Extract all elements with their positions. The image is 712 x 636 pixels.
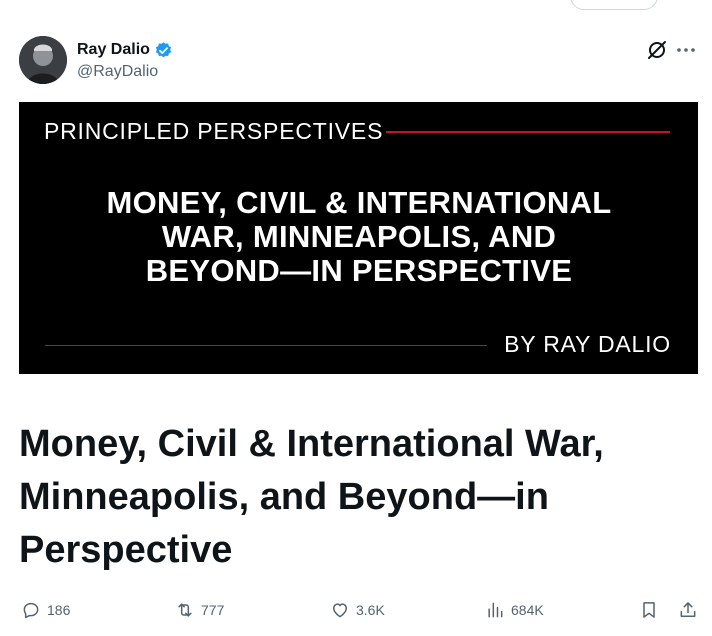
user-name-row: Ray Dalio [77, 40, 173, 60]
post-view: Ray Dalio @RayDalio PRINCIPLED PERSPECTI… [0, 0, 712, 636]
share-icon [680, 602, 696, 617]
top-button[interactable] [570, 0, 658, 10]
avatar[interactable] [19, 36, 67, 84]
article-cover-image[interactable]: PRINCIPLED PERSPECTIVES MONEY, CIVIL & I… [19, 102, 698, 374]
bookmark-icon [643, 602, 655, 618]
like-button[interactable]: 3.6K [330, 598, 385, 622]
post-actions: 186 777 3.6K 684K [19, 598, 699, 622]
user-handle[interactable]: @RayDalio [77, 63, 158, 81]
banner-byline: BY RAY DALIO [504, 331, 671, 357]
heart-icon [333, 603, 347, 618]
banner-title: MONEY, CIVIL & INTERNATIONAL WAR, MINNEA… [59, 186, 659, 288]
analytics-icon [488, 602, 503, 618]
banner-title-line: BEYOND—IN PERSPECTIVE [145, 253, 573, 288]
share-button[interactable] [678, 598, 698, 622]
bookmark-button[interactable] [639, 598, 659, 622]
grok-icon[interactable] [646, 39, 668, 61]
repost-icon [178, 603, 192, 617]
article-title[interactable]: Money, Civil & International War, Minnea… [19, 418, 699, 577]
user-name[interactable]: Ray Dalio [77, 41, 150, 59]
reply-button[interactable]: 186 [21, 598, 70, 622]
post-header: Ray Dalio @RayDalio [19, 36, 699, 86]
like-count: 3.6K [356, 602, 385, 618]
banner-rule-top [386, 131, 670, 133]
banner-title-line: MONEY, CIVIL & INTERNATIONAL [106, 185, 612, 220]
more-icon[interactable] [675, 39, 697, 61]
banner-kicker: PRINCIPLED PERSPECTIVES [44, 118, 384, 144]
reply-icon [23, 602, 39, 619]
verified-badge-icon [154, 41, 173, 60]
repost-button[interactable]: 777 [175, 598, 224, 622]
views-count: 684K [511, 602, 544, 618]
reply-count: 186 [47, 602, 71, 618]
repost-count: 777 [201, 602, 225, 618]
views-button[interactable]: 684K [485, 598, 544, 622]
banner-rule-bottom [45, 345, 487, 346]
banner-title-line: WAR, MINNEAPOLIS, AND [161, 219, 557, 254]
